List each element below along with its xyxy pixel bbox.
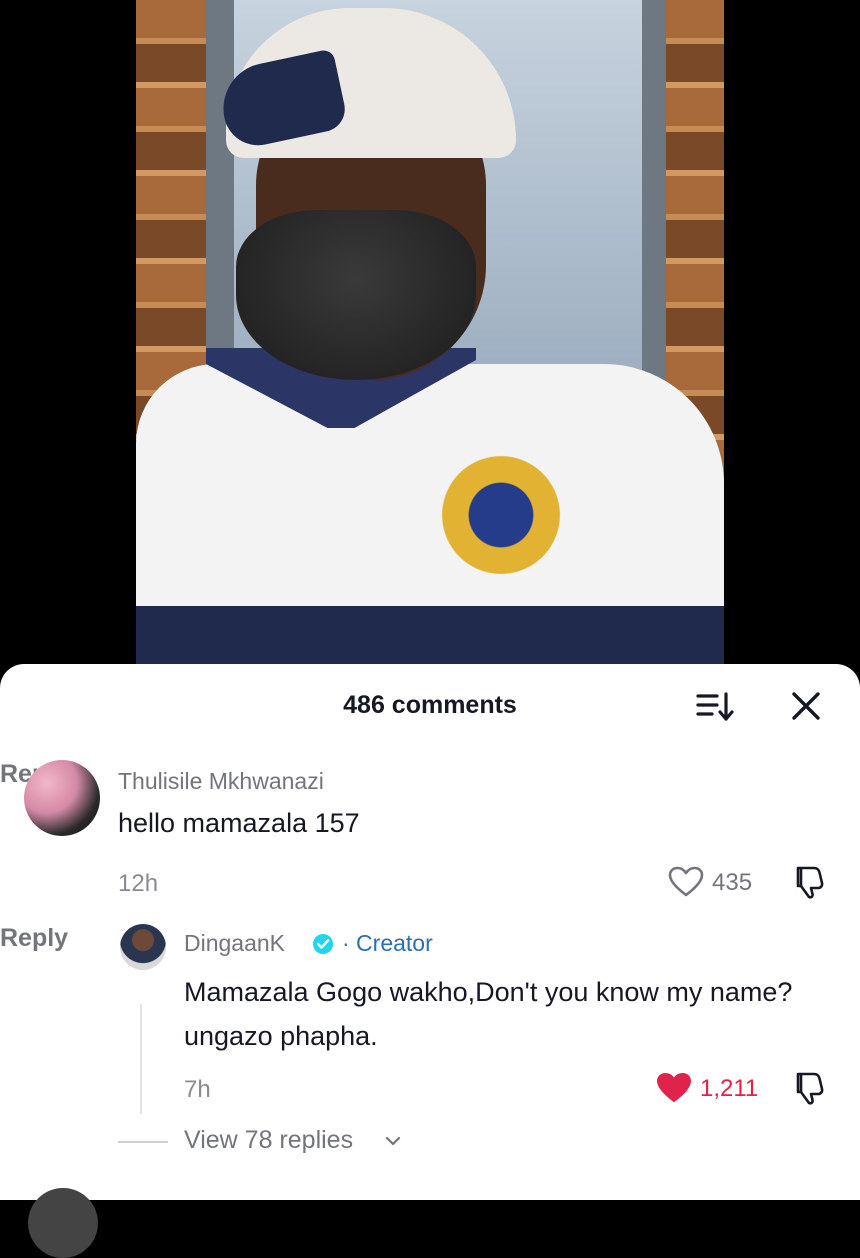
chevron-down-icon [385,1136,401,1146]
like-count: 1,211 [700,1075,759,1102]
reply-item: DingaanK · Creator Mamazala Gogo wakho,D… [0,924,860,1114]
shirt-stripe [136,606,724,664]
comment-item: Thulisile Mkhwanazi hello mamazala 157 1… [0,760,860,899]
thread-line [140,1004,142,1114]
close-icon[interactable] [788,688,824,724]
divider [118,1141,168,1143]
reply-username[interactable]: DingaanK [184,930,285,957]
next-comment-avatar[interactable] [28,1188,98,1258]
comment-time: 12h [118,870,159,897]
creator-avatar[interactable] [120,924,166,970]
avatar[interactable] [24,760,100,836]
dislike-icon[interactable] [790,1070,826,1106]
sort-icon[interactable] [695,690,735,724]
comment-username[interactable]: Thulisile Mkhwanazi [118,768,324,795]
person-beard [236,210,476,380]
reply-text: Mamazala Gogo wakho,Don't you know my na… [184,977,793,1051]
video-frame[interactable] [136,0,724,664]
creator-badge: · Creator [342,930,433,956]
like-count: 435 [712,869,753,896]
view-replies-label[interactable]: View 78 replies [184,1126,353,1155]
verified-badge-icon [313,934,333,954]
heart-outline-icon[interactable] [668,866,704,898]
comment-text: hello mamazala 157 [118,808,360,838]
comments-header: 486 comments [0,664,860,748]
heart-filled-icon[interactable] [656,1072,692,1104]
video-area[interactable] [0,0,860,700]
dislike-icon[interactable] [790,864,826,900]
polo-crest-logo [426,440,576,590]
reply-time: 7h [184,1076,211,1103]
